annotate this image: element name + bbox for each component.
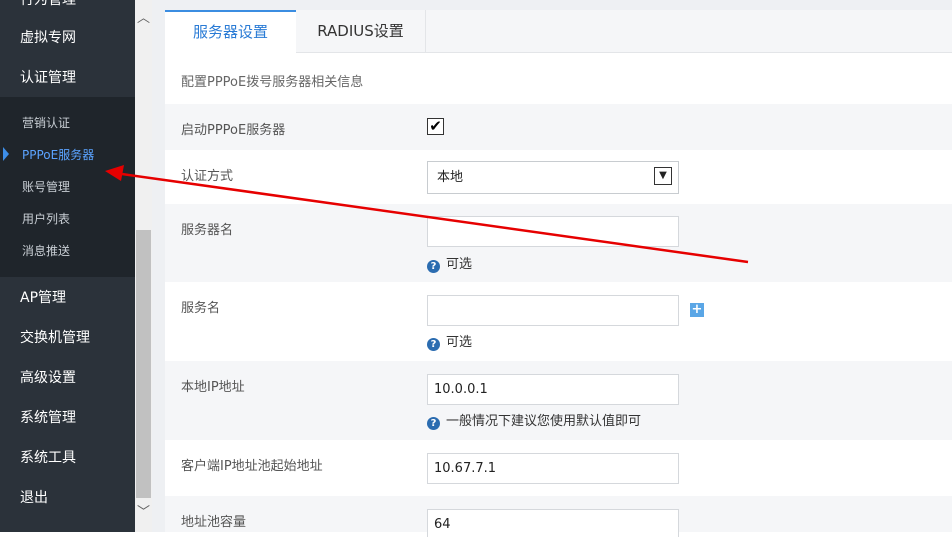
row-server-name: 服务器名 ? 可选	[165, 204, 952, 282]
pool-size-label: 地址池容量	[181, 515, 247, 530]
local-ip-label: 本地IP地址	[181, 380, 245, 395]
sidebar-scrollbar[interactable]: ︿ ﹀	[135, 0, 152, 532]
row-auth-method: 认证方式 本地 ▼	[165, 150, 952, 204]
help-icon: ?	[427, 338, 440, 351]
server-name-input[interactable]	[427, 216, 679, 247]
service-name-input[interactable]	[427, 295, 679, 326]
scroll-thumb[interactable]	[136, 230, 151, 498]
chevron-down-icon: ▼	[654, 167, 672, 185]
row-local-ip: 本地IP地址 10.0.0.1 ? 一般情况下建议您使用默认值即可	[165, 361, 952, 440]
row-pool-start: 客户端IP地址池起始地址 10.67.7.1	[165, 440, 952, 496]
sidebar-item-tools[interactable]: 系统工具	[0, 438, 135, 478]
sidebar-item-logout[interactable]: 退出	[0, 478, 135, 518]
auth-method-value: 本地	[437, 170, 464, 185]
pool-size-input[interactable]: 64	[427, 509, 679, 537]
tab-bar: 服务器设置 RADIUS设置	[165, 10, 952, 53]
enable-label: 启动PPPoE服务器	[181, 123, 286, 138]
settings-panel: 配置PPPoE拨号服务器相关信息 启动PPPoE服务器 ✔ 认证方式 本地 ▼ …	[165, 53, 952, 537]
server-name-label: 服务器名	[181, 223, 234, 238]
help-icon: ?	[427, 417, 440, 430]
sidebar: 行为管理 虚拟专网 认证管理 营销认证 PPPoE服务器 账号管理 用户列表 消…	[0, 0, 135, 532]
service-name-hint-text: 可选	[446, 335, 473, 350]
sidebar-subitem-push[interactable]: 消息推送	[0, 235, 135, 267]
pool-start-label: 客户端IP地址池起始地址	[181, 459, 323, 474]
local-ip-hint: ? 一般情况下建议您使用默认值即可	[427, 414, 641, 430]
tab-server-settings[interactable]: 服务器设置	[165, 10, 296, 53]
service-name-hint: ? 可选	[427, 335, 472, 351]
scroll-up-icon[interactable]: ︿	[135, 0, 152, 37]
sidebar-item-behavior[interactable]: 行为管理	[0, 0, 135, 20]
tab-radius-settings[interactable]: RADIUS设置	[296, 10, 426, 53]
add-service-name-icon[interactable]: +	[690, 303, 704, 317]
local-ip-input[interactable]: 10.0.0.1	[427, 374, 679, 405]
service-name-label: 服务名	[181, 301, 221, 316]
auth-submenu: 营销认证 PPPoE服务器 账号管理 用户列表 消息推送	[0, 97, 135, 277]
sidebar-subitem-marketing-auth[interactable]: 营销认证	[0, 107, 135, 139]
help-icon: ?	[427, 260, 440, 273]
sidebar-item-switch[interactable]: 交换机管理	[0, 318, 135, 358]
scroll-down-icon[interactable]: ﹀	[135, 498, 152, 528]
auth-method-label: 认证方式	[181, 169, 234, 184]
sidebar-subitem-accounts[interactable]: 账号管理	[0, 171, 135, 203]
sidebar-subitem-user-list[interactable]: 用户列表	[0, 203, 135, 235]
sidebar-item-system[interactable]: 系统管理	[0, 398, 135, 438]
server-name-hint: ? 可选	[427, 257, 472, 273]
panel-description: 配置PPPoE拨号服务器相关信息	[181, 75, 364, 90]
pool-start-input[interactable]: 10.67.7.1	[427, 453, 679, 484]
enable-checkbox[interactable]: ✔	[427, 118, 444, 135]
sidebar-item-advanced[interactable]: 高级设置	[0, 358, 135, 398]
sidebar-item-ap[interactable]: AP管理	[0, 278, 135, 318]
row-service-name: 服务名 + ? 可选	[165, 282, 952, 361]
active-indicator-icon	[3, 147, 9, 161]
auth-method-select[interactable]: 本地 ▼	[427, 161, 679, 194]
server-name-hint-text: 可选	[446, 257, 473, 272]
row-pool-size: 地址池容量 64	[165, 496, 952, 537]
sidebar-subitem-pppoe-server[interactable]: PPPoE服务器	[0, 139, 135, 171]
sidebar-item-vpn[interactable]: 虚拟专网	[0, 18, 135, 58]
sidebar-item-auth[interactable]: 认证管理	[0, 58, 135, 98]
row-enable: 启动PPPoE服务器 ✔	[165, 104, 952, 150]
local-ip-hint-text: 一般情况下建议您使用默认值即可	[446, 414, 642, 429]
